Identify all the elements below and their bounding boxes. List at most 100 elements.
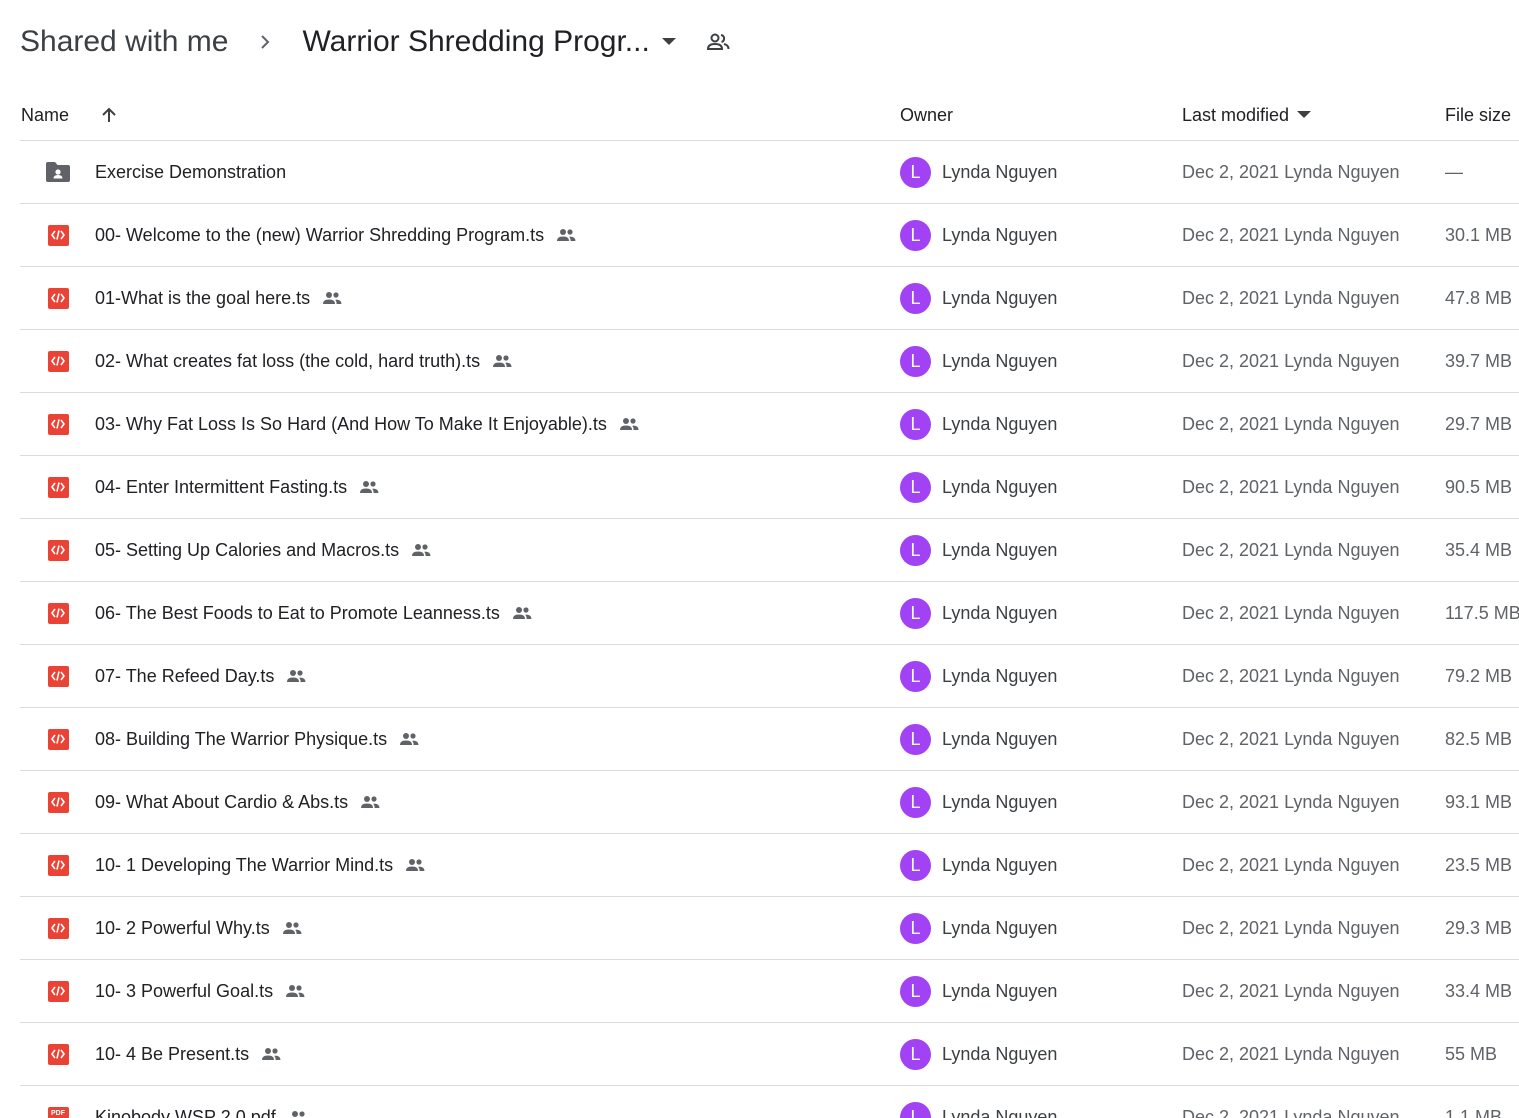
code-file-icon — [45, 582, 71, 644]
file-name-cell: 04- Enter Intermittent Fasting.ts — [95, 456, 380, 518]
shared-people-icon — [618, 417, 640, 431]
table-row[interactable]: 10- 3 Powerful Goal.ts L Lynda Nguyen Dec 2… — [20, 960, 1519, 1023]
table-row[interactable]: 03- Why Fat Loss Is So Hard (And How To … — [20, 393, 1519, 456]
file-name-cell: 08- Building The Warrior Physique.ts — [95, 708, 420, 770]
owner-cell: L Lynda Nguyen — [900, 645, 1057, 707]
table-row[interactable]: 01-What is the goal here.ts L Lynda Nguyen… — [20, 267, 1519, 330]
table-row[interactable]: PDF Kinobody WSP 2.0.pdf L Lynda Nguyen Dec … — [20, 1086, 1519, 1118]
table-row[interactable]: 10- 4 Be Present.ts L Lynda Nguyen Dec 2, 2… — [20, 1023, 1519, 1086]
code-glyph — [47, 917, 69, 939]
code-file-icon — [45, 330, 71, 392]
last-modified: Dec 2, 2021 Lynda Nguyen — [1182, 224, 1400, 245]
table-row[interactable]: 04- Enter Intermittent Fasting.ts L Lynda … — [20, 456, 1519, 519]
table-row[interactable]: 06- The Best Foods to Eat to Promote Lea… — [20, 582, 1519, 645]
code-file-icon — [45, 771, 71, 833]
file-size: 29.3 MB — [1445, 917, 1513, 938]
last-modified: Dec 2, 2021 Lynda Nguyen — [1182, 161, 1400, 182]
code-file-icon — [45, 960, 71, 1022]
owner-name: Lynda Nguyen — [942, 224, 1058, 245]
code-glyph — [47, 791, 69, 813]
avatar: L — [900, 219, 931, 251]
table-row[interactable]: 02- What creates fat loss (the cold, har… — [20, 330, 1519, 393]
last-modified: Dec 2, 2021 Lynda Nguyen — [1182, 728, 1400, 749]
file-name: 10- 4 Be Present.ts — [95, 1043, 250, 1064]
code-glyph — [47, 1043, 69, 1065]
current-folder-menu[interactable]: Warrior Shredding Progr... — [302, 25, 676, 59]
owner-cell: L Lynda Nguyen — [900, 204, 1057, 266]
file-name: 09- What About Cardio & Abs.ts — [95, 791, 349, 812]
file-name-cell: 05- Setting Up Calories and Macros.ts — [95, 519, 432, 581]
column-header-file-size[interactable]: File size — [1445, 90, 1511, 140]
file-name-cell: 10- 2 Powerful Why.ts — [95, 897, 303, 959]
code-file-icon — [45, 1023, 71, 1085]
owner-name: Lynda Nguyen — [942, 1106, 1058, 1118]
table-row[interactable]: 08- Building The Warrior Physique.ts L Lyn… — [20, 708, 1519, 771]
avatar: L — [900, 345, 931, 377]
avatar: L — [900, 786, 931, 818]
file-size: 1.1 MB — [1445, 1106, 1503, 1118]
owner-name: Lynda Nguyen — [942, 791, 1058, 812]
table-row[interactable]: 10- 2 Powerful Why.ts L Lynda Nguyen Dec 2,… — [20, 897, 1519, 960]
file-name-cell: 00- Welcome to the (new) Warrior Shreddi… — [95, 204, 577, 266]
avatar: L — [900, 1101, 931, 1118]
file-size: 82.5 MB — [1445, 728, 1513, 749]
code-file-icon — [45, 393, 71, 455]
current-folder-title: Warrior Shredding Progr... — [302, 25, 650, 58]
column-header-owner[interactable]: Owner — [900, 90, 953, 140]
shared-folder-icon — [45, 141, 71, 203]
last-modified: Dec 2, 2021 Lynda Nguyen — [1182, 350, 1400, 371]
file-name: 10- 2 Powerful Why.ts — [95, 917, 270, 938]
table-row[interactable]: 10- 1 Developing The Warrior Mind.ts L Lyn… — [20, 834, 1519, 897]
file-name: 04- Enter Intermittent Fasting.ts — [95, 476, 348, 497]
column-header-name[interactable]: Name — [21, 90, 69, 140]
chevron-right-icon — [228, 33, 302, 51]
owner-cell: L Lynda Nguyen — [900, 897, 1057, 959]
shared-people-icon — [491, 354, 513, 368]
table-row[interactable]: 05- Setting Up Calories and Macros.ts L Ly… — [20, 519, 1519, 582]
column-header-last-modified-label: Last modified — [1182, 104, 1290, 125]
last-modified: Dec 2, 2021 Lynda Nguyen — [1182, 476, 1400, 497]
file-name: 00- Welcome to the (new) Warrior Shreddi… — [95, 224, 545, 245]
table-row[interactable]: Exercise Demonstration L Lynda Nguyen Dec 2… — [20, 141, 1519, 204]
last-modified: Dec 2, 2021 Lynda Nguyen — [1182, 854, 1400, 875]
last-modified: Dec 2, 2021 Lynda Nguyen — [1182, 539, 1400, 560]
file-size: 79.2 MB — [1445, 665, 1513, 686]
file-name-cell: 09- What About Cardio & Abs.ts — [95, 771, 381, 833]
column-header-last-modified[interactable]: Last modified — [1182, 90, 1312, 140]
file-name-cell: 10- 4 Be Present.ts — [95, 1023, 282, 1085]
breadcrumb-shared-with-me[interactable]: Shared with me — [20, 25, 228, 59]
people-outline-icon[interactable] — [706, 32, 730, 52]
arrow-upward-icon[interactable] — [100, 90, 118, 140]
table-row[interactable]: 07- The Refeed Day.ts L Lynda Nguyen Dec 2,… — [20, 645, 1519, 708]
code-file-icon — [45, 834, 71, 896]
owner-cell: L Lynda Nguyen — [900, 141, 1057, 203]
file-name-cell: 03- Why Fat Loss Is So Hard (And How To … — [95, 393, 640, 455]
owner-cell: L Lynda Nguyen — [900, 519, 1057, 581]
file-size: 90.5 MB — [1445, 476, 1513, 497]
owner-cell: L Lynda Nguyen — [900, 582, 1057, 644]
file-name: 07- The Refeed Day.ts — [95, 665, 275, 686]
arrow-drop-down-icon — [1297, 111, 1312, 118]
owner-cell: L Lynda Nguyen — [900, 1023, 1057, 1085]
file-size: — — [1445, 161, 1463, 182]
avatar: L — [900, 156, 931, 188]
file-size: 35.4 MB — [1445, 539, 1513, 560]
file-size: 117.5 MB — [1445, 602, 1519, 623]
shared-people-icon — [404, 858, 426, 872]
avatar: L — [900, 597, 931, 629]
table-header: Name Owner Last modified File size — [20, 90, 1519, 141]
owner-cell: L Lynda Nguyen — [900, 393, 1057, 455]
owner-name: Lynda Nguyen — [942, 287, 1058, 308]
code-file-icon — [45, 897, 71, 959]
code-glyph — [47, 224, 69, 246]
last-modified: Dec 2, 2021 Lynda Nguyen — [1182, 413, 1400, 434]
table-row[interactable]: 09- What About Cardio & Abs.ts L Lynda Ngu… — [20, 771, 1519, 834]
shared-people-icon — [410, 543, 432, 557]
shared-people-icon — [398, 732, 420, 746]
owner-name: Lynda Nguyen — [942, 728, 1058, 749]
last-modified: Dec 2, 2021 Lynda Nguyen — [1182, 980, 1400, 1001]
file-size: 55 MB — [1445, 1043, 1498, 1064]
owner-name: Lynda Nguyen — [942, 917, 1058, 938]
table-row[interactable]: 00- Welcome to the (new) Warrior Shreddi… — [20, 204, 1519, 267]
avatar: L — [900, 534, 931, 566]
